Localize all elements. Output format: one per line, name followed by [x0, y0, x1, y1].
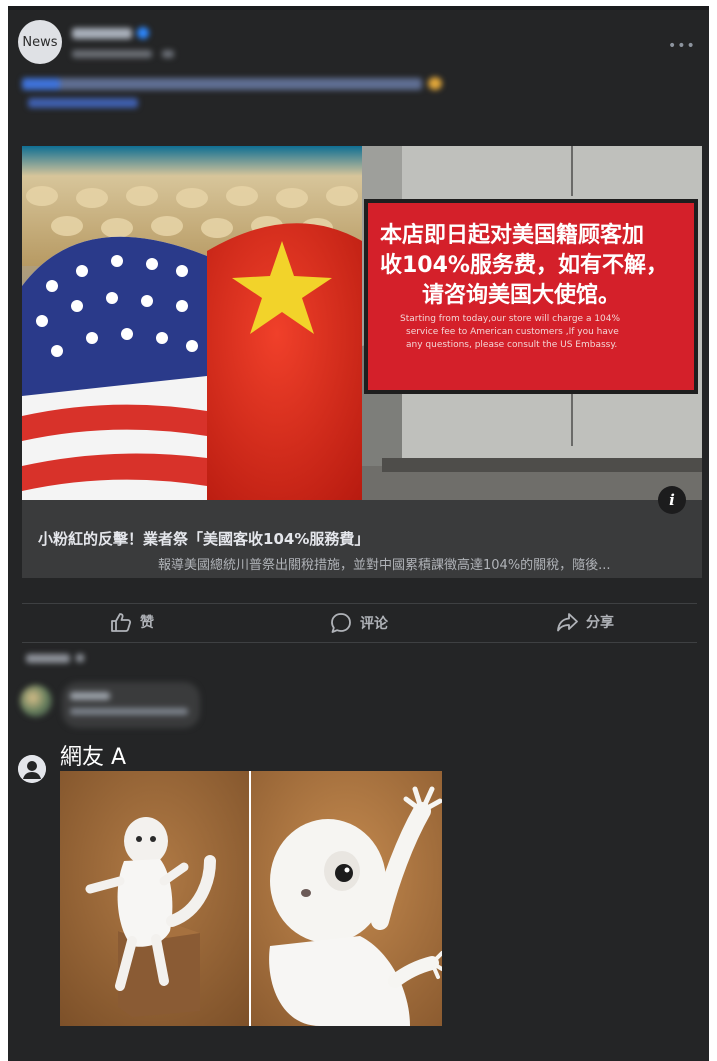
post-text-line-1-redacted — [22, 78, 422, 90]
commenter-avatar-redacted[interactable] — [20, 685, 52, 717]
sign-english-2: service fee to American customers ,If yo… — [406, 327, 619, 337]
user-avatar-icon[interactable] — [18, 755, 46, 783]
commenter-name-redacted[interactable] — [70, 692, 110, 700]
flags-image[interactable] — [22, 146, 362, 500]
page-name-redacted[interactable] — [72, 28, 132, 39]
emoji-icon — [428, 77, 442, 90]
link-title[interactable]: 小粉紅的反擊！業者祭「美國客收104%服務費」 — [38, 528, 369, 549]
hashtag-link-redacted[interactable] — [22, 78, 60, 90]
comment-sort-redacted[interactable] — [26, 654, 70, 663]
us-china-flags-illustration — [22, 146, 362, 500]
post-timestamp-redacted[interactable] — [72, 50, 152, 58]
store-sign-image[interactable]: 本店即日起对美国籍顾客加 收104%服务费，如有不解， 请咨询美国大使馆。 St… — [362, 146, 702, 500]
comment-bubble-redacted — [62, 682, 200, 728]
sign-english-1: Starting from today,our store will charg… — [400, 314, 621, 324]
chevron-down-icon — [76, 654, 84, 662]
comment-text-redacted — [70, 708, 188, 715]
store-tv-sign-illustration: 本店即日起对美国籍顾客加 收104%服务费，如有不解， 请咨询美国大使馆。 St… — [362, 146, 702, 500]
verified-badge-icon — [137, 27, 149, 39]
comment-bubble-icon — [331, 613, 351, 633]
thumbs-up-icon — [111, 613, 132, 632]
privacy-icon — [162, 50, 174, 58]
share-label: 分享 — [586, 615, 614, 631]
page-avatar[interactable]: News — [18, 20, 62, 64]
more-options-icon: ••• — [668, 38, 696, 54]
info-icon-label: i — [669, 491, 675, 509]
sign-line-1: 本店即日起对美国籍顾客加 — [380, 222, 644, 248]
sign-line-2: 收104%服务费，如有不解， — [380, 252, 668, 278]
action-bar-top-divider — [22, 603, 697, 604]
more-options-button[interactable]: ••• — [668, 38, 696, 54]
action-bar-bottom-divider — [22, 642, 697, 643]
comment-button[interactable]: 评论 — [330, 612, 388, 634]
link-description: 報導美國總統川普祭出關稅措施，並對中國累積課徵高達104%的關稅，隨後... — [158, 558, 611, 573]
sign-english-3: any questions, please consult the US Emb… — [406, 340, 617, 350]
share-arrow-icon — [557, 613, 578, 632]
persian-cat-room-guardian-meme — [60, 771, 442, 1026]
share-button[interactable]: 分享 — [556, 612, 614, 632]
info-icon[interactable]: i — [658, 486, 686, 514]
post-link-redacted[interactable] — [28, 98, 138, 108]
commenter-name[interactable]: 網友 A — [60, 739, 126, 771]
page-avatar-label: News — [22, 34, 58, 50]
top-border — [8, 6, 709, 10]
like-label: 赞 — [140, 615, 154, 631]
comment-meme-image[interactable] — [60, 771, 442, 1026]
comment-label: 评论 — [360, 616, 388, 632]
sign-line-3: 请咨询美国大使馆。 — [422, 282, 620, 308]
like-button[interactable]: 赞 — [110, 612, 154, 632]
person-icon — [18, 755, 46, 783]
